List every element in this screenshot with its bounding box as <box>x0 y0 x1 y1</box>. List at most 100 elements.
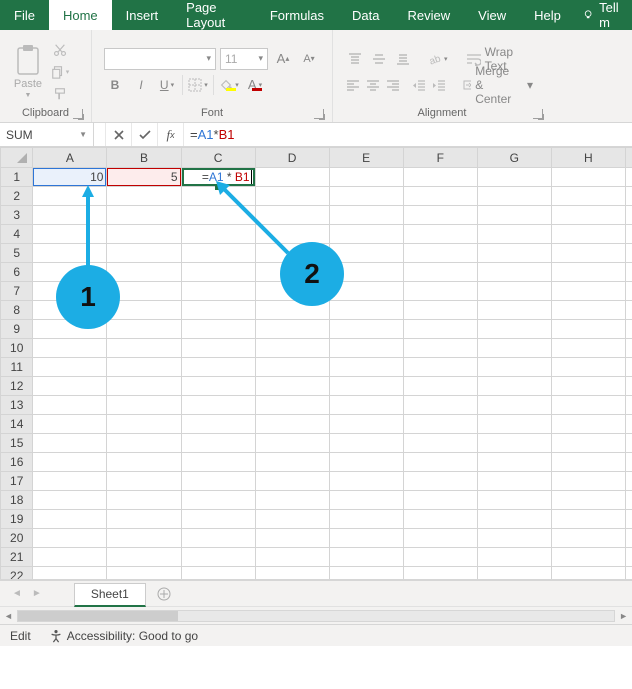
cell-F13[interactable] <box>403 396 477 415</box>
select-all-cell[interactable] <box>1 148 33 168</box>
font-family-combo[interactable]: ▾ <box>104 48 216 70</box>
cell-H16[interactable] <box>551 453 625 472</box>
align-center-button[interactable] <box>365 74 381 96</box>
paste-button[interactable]: Paste ▼ <box>10 44 46 99</box>
cell-G7[interactable] <box>477 282 551 301</box>
cell-A19[interactable] <box>33 510 107 529</box>
cell-G18[interactable] <box>477 491 551 510</box>
row-header-11[interactable]: 11 <box>1 358 33 377</box>
col-header-C[interactable]: C <box>181 148 255 168</box>
cell-A1[interactable]: 10 <box>33 168 107 187</box>
cell-E12[interactable] <box>329 377 403 396</box>
cell-C12[interactable] <box>181 377 255 396</box>
cell-F15[interactable] <box>403 434 477 453</box>
cell-B14[interactable] <box>107 415 181 434</box>
cell-C7[interactable] <box>181 282 255 301</box>
cell-H6[interactable] <box>551 263 625 282</box>
cell-I20[interactable] <box>625 529 632 548</box>
row-header-7[interactable]: 7 <box>1 282 33 301</box>
cell-B20[interactable] <box>107 529 181 548</box>
cell-B11[interactable] <box>107 358 181 377</box>
cell-D15[interactable] <box>255 434 329 453</box>
cell-A11[interactable] <box>33 358 107 377</box>
format-painter-button[interactable] <box>50 85 70 103</box>
cell-G19[interactable] <box>477 510 551 529</box>
cell-C10[interactable] <box>181 339 255 358</box>
col-header-I[interactable]: I <box>625 148 632 168</box>
cell-G5[interactable] <box>477 244 551 263</box>
tab-home[interactable]: Home <box>49 0 112 30</box>
cell-B17[interactable] <box>107 472 181 491</box>
accessibility-status[interactable]: Accessibility: Good to go <box>49 629 198 643</box>
cell-H5[interactable] <box>551 244 625 263</box>
name-box[interactable]: SUM▼ <box>0 123 94 146</box>
cell-G3[interactable] <box>477 206 551 225</box>
cell-C6[interactable] <box>181 263 255 282</box>
cell-H3[interactable] <box>551 206 625 225</box>
row-header-17[interactable]: 17 <box>1 472 33 491</box>
increase-indent-button[interactable] <box>431 74 447 96</box>
cell-I9[interactable] <box>625 320 632 339</box>
cell-H10[interactable] <box>551 339 625 358</box>
cell-E22[interactable] <box>329 567 403 581</box>
cell-F16[interactable] <box>403 453 477 472</box>
align-middle-button[interactable] <box>369 48 389 70</box>
cell-B12[interactable] <box>107 377 181 396</box>
decrease-indent-button[interactable] <box>411 74 427 96</box>
cell-B5[interactable] <box>107 244 181 263</box>
cell-E9[interactable] <box>329 320 403 339</box>
cell-E1[interactable] <box>329 168 403 187</box>
cell-G11[interactable] <box>477 358 551 377</box>
cell-E20[interactable] <box>329 529 403 548</box>
formula-input[interactable]: =A1 * B1 <box>184 123 632 146</box>
cell-G16[interactable] <box>477 453 551 472</box>
row-header-20[interactable]: 20 <box>1 529 33 548</box>
cell-H12[interactable] <box>551 377 625 396</box>
cell-B1[interactable]: 5 <box>107 168 181 187</box>
cell-I13[interactable] <box>625 396 632 415</box>
cell-H11[interactable] <box>551 358 625 377</box>
italic-button[interactable]: I <box>130 74 152 96</box>
cell-G1[interactable] <box>477 168 551 187</box>
fill-color-button[interactable]: ▾ <box>218 74 240 96</box>
tell-me-search[interactable]: Tell m <box>575 0 632 30</box>
cell-E8[interactable] <box>329 301 403 320</box>
cell-D21[interactable] <box>255 548 329 567</box>
row-header-4[interactable]: 4 <box>1 225 33 244</box>
tab-view[interactable]: View <box>464 0 520 30</box>
align-bottom-button[interactable] <box>393 48 413 70</box>
row-header-21[interactable]: 21 <box>1 548 33 567</box>
cell-F22[interactable] <box>403 567 477 581</box>
cell-D14[interactable] <box>255 415 329 434</box>
cell-E18[interactable] <box>329 491 403 510</box>
cell-C19[interactable] <box>181 510 255 529</box>
cell-I7[interactable] <box>625 282 632 301</box>
orientation-button[interactable]: ab▾ <box>427 48 449 70</box>
row-header-3[interactable]: 3 <box>1 206 33 225</box>
cell-A17[interactable] <box>33 472 107 491</box>
cell-E13[interactable] <box>329 396 403 415</box>
cell-H22[interactable] <box>551 567 625 581</box>
row-header-9[interactable]: 9 <box>1 320 33 339</box>
cell-B10[interactable] <box>107 339 181 358</box>
cell-H19[interactable] <box>551 510 625 529</box>
cell-I8[interactable] <box>625 301 632 320</box>
cell-B9[interactable] <box>107 320 181 339</box>
cell-C20[interactable] <box>181 529 255 548</box>
cell-F14[interactable] <box>403 415 477 434</box>
cell-D9[interactable] <box>255 320 329 339</box>
cell-H15[interactable] <box>551 434 625 453</box>
align-right-button[interactable] <box>385 74 401 96</box>
horizontal-scrollbar[interactable]: ◄ ► <box>0 606 632 624</box>
cell-B22[interactable] <box>107 567 181 581</box>
cell-A16[interactable] <box>33 453 107 472</box>
copy-button[interactable]: ▾ <box>50 63 70 81</box>
cell-C18[interactable] <box>181 491 255 510</box>
col-header-G[interactable]: G <box>477 148 551 168</box>
insert-function-button[interactable]: fx <box>158 123 184 146</box>
cell-G14[interactable] <box>477 415 551 434</box>
increase-font-button[interactable]: A▴ <box>272 48 294 70</box>
cell-C16[interactable] <box>181 453 255 472</box>
cell-I5[interactable] <box>625 244 632 263</box>
cell-F11[interactable] <box>403 358 477 377</box>
